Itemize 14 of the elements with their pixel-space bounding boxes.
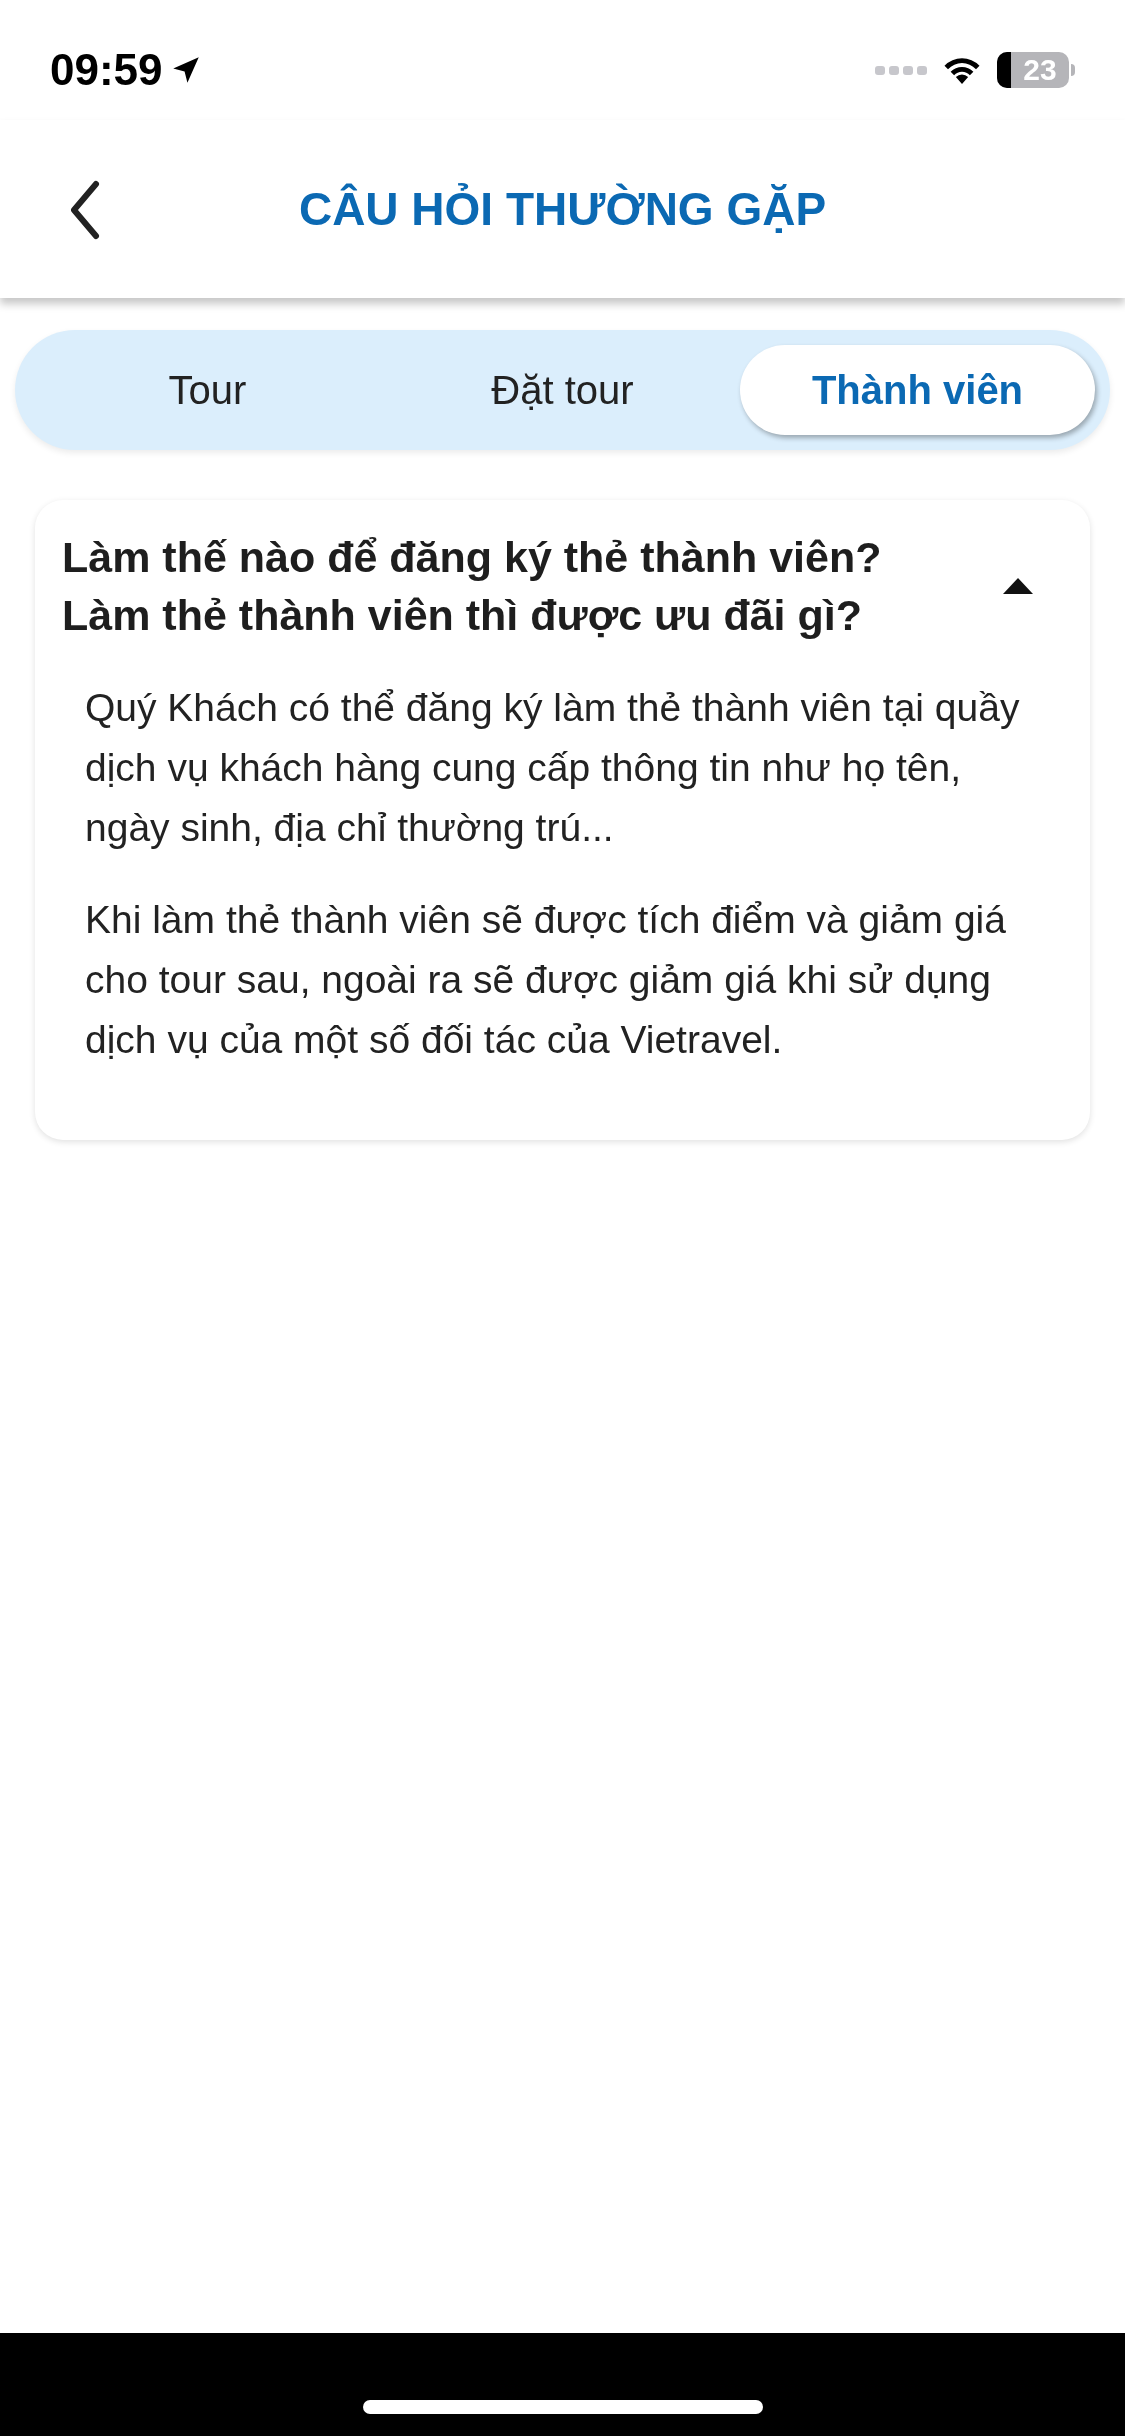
signal-icon: [875, 64, 927, 76]
battery-fill: [997, 52, 1011, 88]
faq-question-row[interactable]: Làm thế nào để đăng ký thẻ thành viên? Làm thẻ thành viên thì được ưu đãi gì?: [62, 528, 1063, 644]
faq-question: Làm thế nào để đăng ký thẻ thành viên? Làm thẻ thành viên thì được ưu đãi gì?: [62, 532, 883, 641]
tab[interactable]: Đặt tour: [385, 345, 740, 435]
back-chevron-icon: [68, 180, 102, 240]
tab[interactable]: Thành viên: [740, 345, 1095, 435]
battery-level: 23: [1022, 55, 1058, 85]
faq-answer-paragraph: Khi làm thẻ thành viên sẽ được tích điểm và giảm giá cho tour sau, ngoài ra sẽ được giảm giá khi sử dụng dịch vụ của một số đối tác của Vietravel.: [85, 897, 1007, 1063]
tab[interactable]: Tour: [30, 345, 385, 435]
collapse-caret-icon: [1003, 578, 1033, 594]
faq-answer-paragraph: Quý Khách có thể đăng ký làm thẻ thành viên tại quầy dịch vụ khách hàng cung cấp thông tin như họ tên, ngày sinh, địa chỉ thường trú...: [85, 685, 1021, 851]
status-time: 09:59: [50, 44, 163, 96]
page-title: CÂU HỎI THƯỜNG GẶP: [298, 181, 827, 237]
